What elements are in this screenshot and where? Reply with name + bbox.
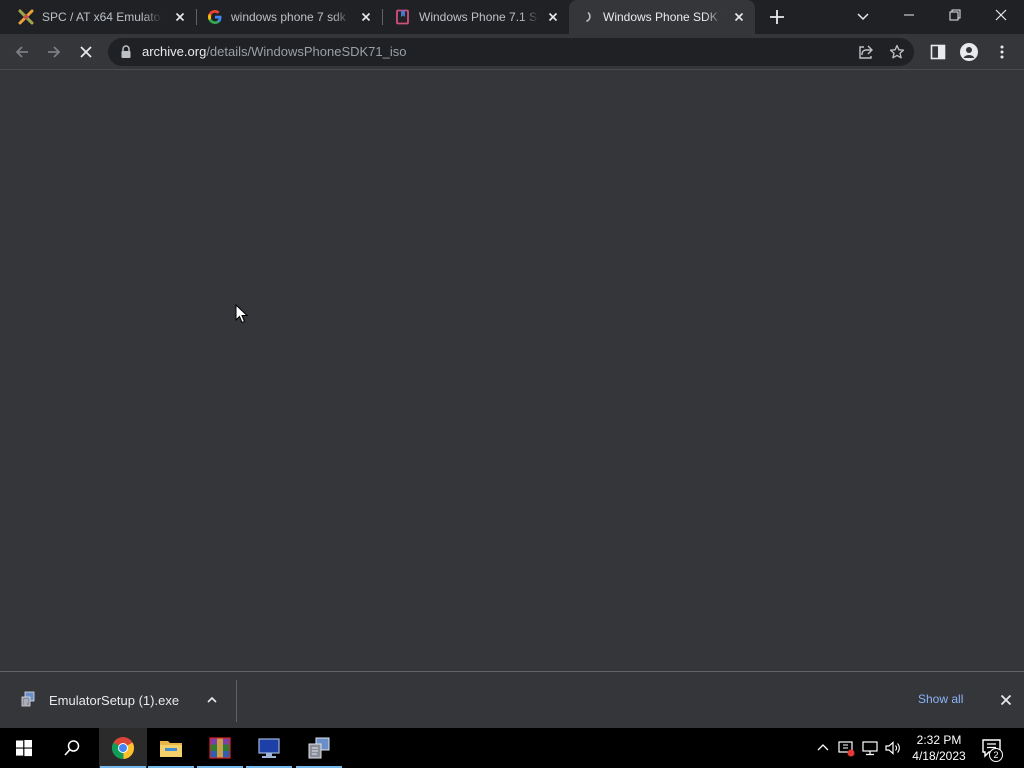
more-menu-icon[interactable] xyxy=(990,40,1014,64)
volume-icon[interactable] xyxy=(883,738,903,758)
close-tab-icon[interactable] xyxy=(358,9,374,25)
profile-avatar-icon[interactable] xyxy=(957,40,981,64)
page-content-area[interactable] xyxy=(0,70,1024,671)
installer-file-icon xyxy=(20,691,36,707)
close-tab-icon[interactable] xyxy=(545,9,561,25)
tab-windows-phone-sdk-7[interactable]: Windows Phone SDK 7. xyxy=(569,0,755,34)
security-alert-icon[interactable] xyxy=(836,738,856,758)
search-icon[interactable] xyxy=(48,728,96,768)
url-host: archive.org xyxy=(142,44,207,59)
new-tab-button[interactable] xyxy=(765,5,789,29)
bookmark-page-icon xyxy=(395,9,411,25)
chevron-up-icon[interactable] xyxy=(205,693,219,707)
share-icon[interactable] xyxy=(858,44,874,60)
address-bar[interactable]: archive.org/details/WindowsPhoneSDK71_is… xyxy=(108,38,914,66)
loading-spinner-icon xyxy=(579,9,595,25)
side-panel-icon[interactable] xyxy=(926,40,950,64)
tab-google-search[interactable]: windows phone 7 sdk - xyxy=(197,0,382,34)
windows-taskbar: 2:32 PM 4/18/2023 2 xyxy=(0,728,1024,768)
network-icon[interactable] xyxy=(860,738,880,758)
download-shelf: EmulatorSetup (1).exe Show all xyxy=(0,671,1024,728)
tab-strip: SPC / AT x64 Emulator windows phone 7 sd… xyxy=(0,0,1024,34)
remote-desktop-taskbar-icon[interactable] xyxy=(245,728,293,768)
bookmark-star-icon[interactable] xyxy=(889,44,905,60)
clock-date: 4/18/2023 xyxy=(912,749,966,763)
url-text[interactable]: archive.org/details/WindowsPhoneSDK71_is… xyxy=(142,45,406,59)
show-hidden-icons-chevron-icon[interactable] xyxy=(813,738,833,758)
close-tab-icon[interactable] xyxy=(731,9,747,25)
winrar-taskbar-icon[interactable] xyxy=(196,728,244,768)
tab-title: windows phone 7 sdk - xyxy=(231,10,351,24)
shelf-divider xyxy=(236,680,237,722)
mouse-pointer-icon xyxy=(235,304,248,324)
download-filename: EmulatorSetup (1).exe xyxy=(49,693,180,708)
forward-button[interactable] xyxy=(42,40,66,64)
tab-spc-at-emulator[interactable]: SPC / AT x64 Emulator xyxy=(8,0,196,34)
show-all-downloads-button[interactable]: Show all xyxy=(918,691,963,707)
taskbar-clock[interactable]: 2:32 PM 4/18/2023 xyxy=(906,732,972,764)
url-path: /details/WindowsPhoneSDK71_iso xyxy=(206,44,407,59)
close-tab-icon[interactable] xyxy=(172,9,188,25)
tab-windows-phone-71-sdk[interactable]: Windows Phone 7.1 SD xyxy=(385,0,569,34)
chrome-taskbar-icon[interactable] xyxy=(99,728,147,768)
stop-loading-button[interactable] xyxy=(74,40,98,64)
lock-icon[interactable] xyxy=(120,45,132,59)
minimize-window-button[interactable] xyxy=(886,0,932,30)
browser-toolbar: archive.org/details/WindowsPhoneSDK71_is… xyxy=(0,34,1024,70)
close-download-shelf-icon[interactable] xyxy=(998,692,1014,708)
google-g-icon xyxy=(207,9,223,25)
clock-time: 2:32 PM xyxy=(916,733,962,747)
emulator-setup-taskbar-icon[interactable] xyxy=(295,728,343,768)
tab-search-chevron-icon[interactable] xyxy=(853,6,873,26)
file-explorer-taskbar-icon[interactable] xyxy=(147,728,195,768)
tab-title: Windows Phone SDK 7. xyxy=(603,10,723,24)
tab-title: SPC / AT x64 Emulator xyxy=(42,10,162,24)
start-button[interactable] xyxy=(0,728,48,768)
x-logo-icon xyxy=(18,9,34,25)
tab-title: Windows Phone 7.1 SD xyxy=(419,10,539,24)
tab-separator xyxy=(382,9,383,25)
close-window-button[interactable] xyxy=(978,0,1024,30)
notification-count-badge: 2 xyxy=(989,748,1003,762)
back-button[interactable] xyxy=(10,40,34,64)
restore-window-button[interactable] xyxy=(932,0,978,30)
download-item[interactable]: EmulatorSetup (1).exe xyxy=(0,672,236,728)
